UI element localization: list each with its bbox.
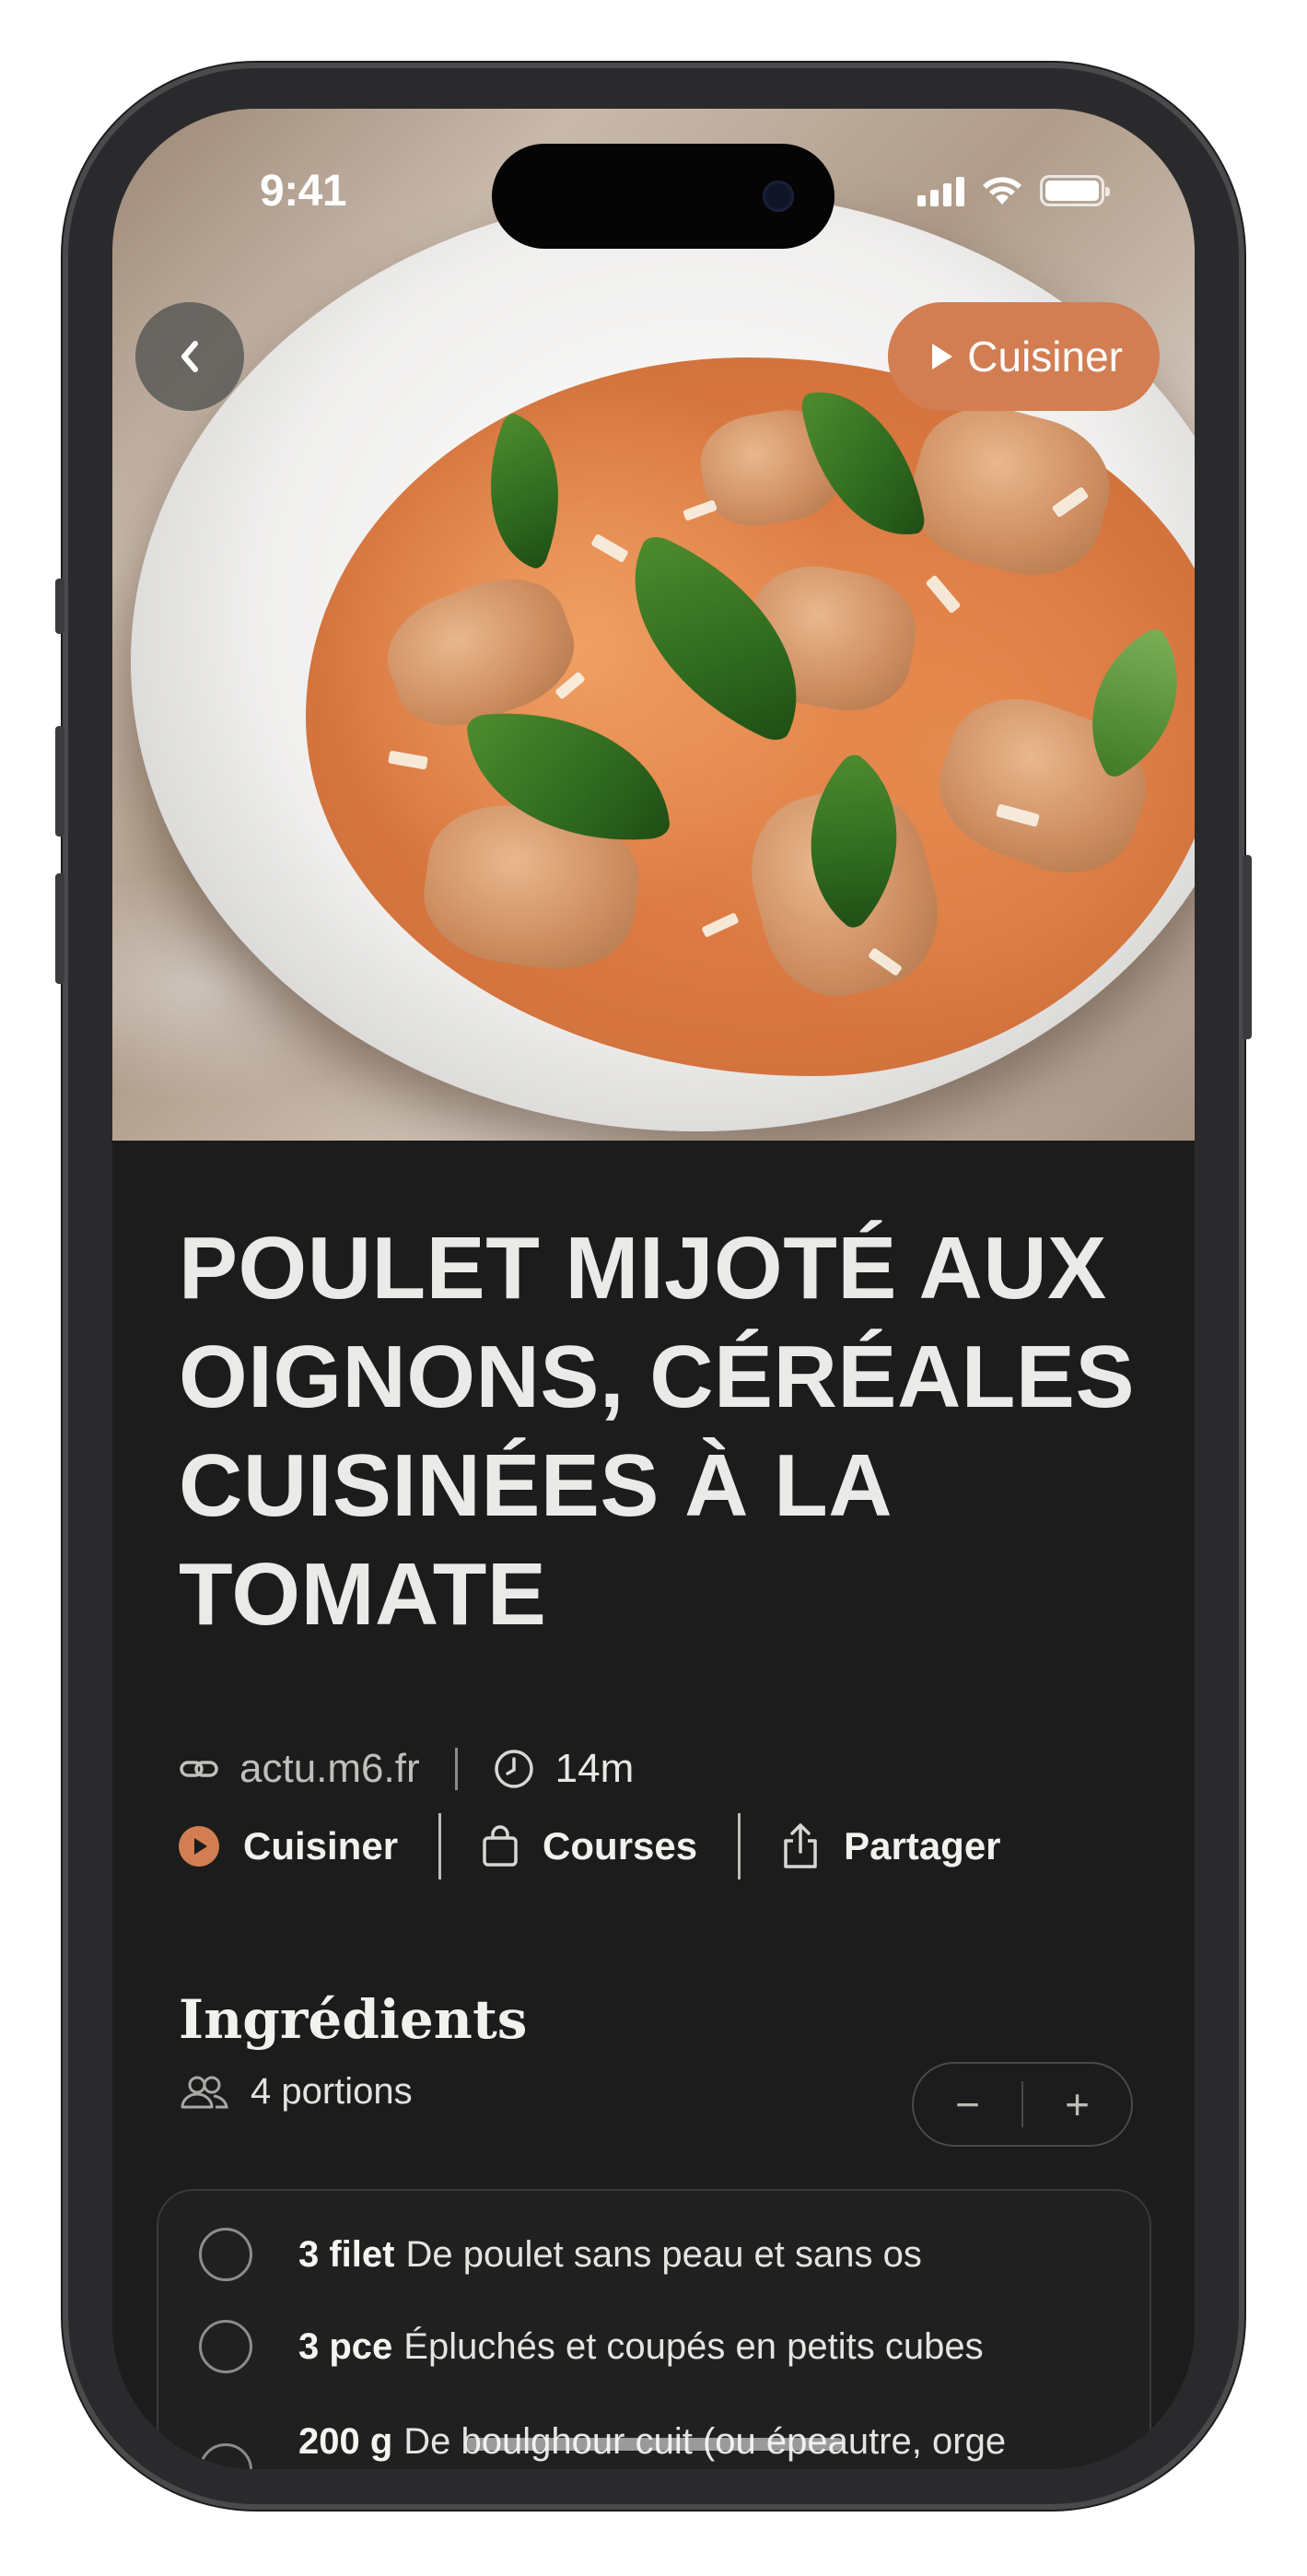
back-button[interactable] [135,302,244,411]
portions-stepper: − + [912,2062,1133,2147]
people-icon [181,2076,228,2108]
battery-icon [1040,175,1110,206]
recipe-meta: actu.m6.fr 14m [179,1741,634,1797]
shopping-bag-icon [483,1825,518,1867]
action-divider [438,1813,442,1879]
share-action-label: Partager [844,1824,1001,1868]
cellular-signal-icon [917,175,964,206]
ingredient-quantity: 3 filet [298,2233,395,2275]
ingredients-list: 3 filet De poulet sans peau et sans os 3… [157,2189,1151,2469]
ingredient-quantity: 200 g [298,2421,393,2462]
volume-down-button [55,873,64,984]
link-icon [180,1761,218,1777]
recipe-actions: Cuisiner Courses Partager [179,1811,1001,1881]
hero-cook-button[interactable]: Cuisiner [888,302,1160,411]
app-screen: 9:41 Cuisiner POULET MIJOTÉ AUX OIGNONS,… [112,109,1195,2469]
ingredient-item[interactable]: 3 pce Épluchés et coupés en petits cubes [158,2320,984,2373]
dynamic-island [492,144,834,249]
ingredient-checkbox[interactable] [199,2228,252,2281]
cook-action-button[interactable]: Cuisiner [179,1824,398,1868]
play-icon [932,344,953,369]
ingredient-item[interactable]: 3 filet De poulet sans peau et sans os [158,2228,922,2281]
hero-cook-label: Cuisiner [967,333,1123,381]
wifi-icon [983,177,1021,205]
recipe-title: POULET MIJOTÉ AUX OIGNONS, CÉRÉALES CUIS… [179,1219,1135,1644]
portions-info: 4 portions [179,2071,413,2113]
share-icon [784,1823,817,1868]
portions-count: 4 portions [251,2071,413,2112]
shopping-action-button[interactable]: Courses [482,1824,697,1868]
clock-icon [494,1750,533,1788]
camera-lens [763,181,794,212]
shopping-action-label: Courses [543,1824,698,1868]
ingredient-checkbox[interactable] [199,2443,252,2469]
home-indicator[interactable] [464,2438,844,2451]
ingredient-text: Épluchés et coupés en petits cubes [403,2325,984,2367]
meta-divider [454,1748,458,1790]
power-button [1243,855,1252,1039]
action-button [55,579,64,634]
decrease-portions-button[interactable]: − [914,2079,1021,2129]
chevron-left-icon [181,341,198,372]
share-action-button[interactable]: Partager [781,1822,1001,1870]
cook-action-label: Cuisiner [243,1824,399,1868]
action-divider [738,1813,741,1879]
status-icons [917,175,1110,206]
recipe-source-link[interactable]: actu.m6.fr [239,1746,420,1792]
recipe-hero-image: 9:41 Cuisiner [112,109,1195,1141]
ingredients-heading: Ingrédients [179,1988,528,2051]
ingredient-text: De poulet sans peau et sans os [405,2233,922,2275]
status-time: 9:41 [260,167,347,216]
play-circle-icon [179,1826,219,1867]
recipe-duration: 14m [554,1746,635,1791]
ingredient-checkbox[interactable] [199,2320,252,2373]
ingredient-quantity: 3 pce [298,2325,393,2367]
volume-up-button [55,726,64,837]
increase-portions-button[interactable]: + [1023,2079,1131,2129]
